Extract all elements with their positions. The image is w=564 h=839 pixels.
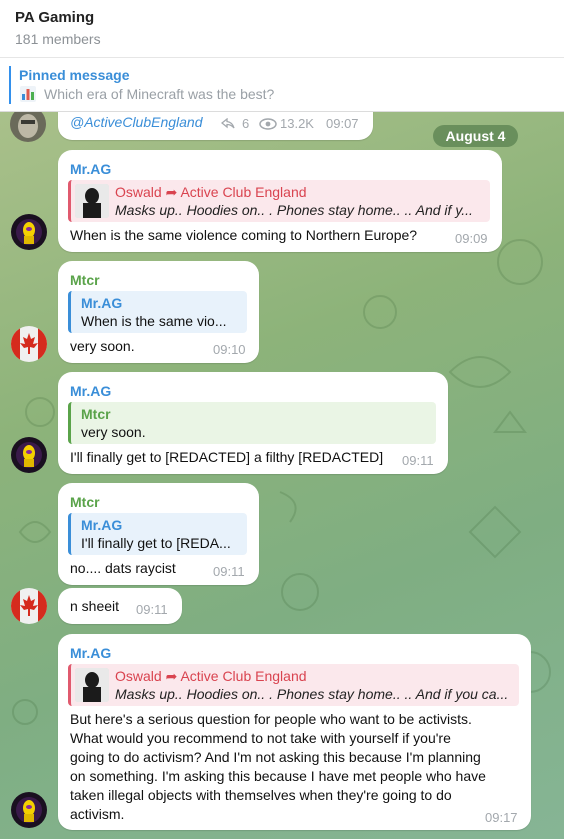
view-count: 13.2K [280,116,314,131]
chat-title: PA Gaming [15,9,95,26]
forward-channel[interactable]: Active Club England [180,668,306,684]
forwarded-quote[interactable]: Oswald ➦ Active Club England Masks up.. … [68,664,519,706]
message-text-line: on something. I'm asking this because I … [70,768,486,784]
message-time: 09:10 [213,342,246,357]
chat-header[interactable]: PA Gaming 181 members [0,0,564,58]
message-time: 09:17 [485,810,518,825]
message-text-line: What would you recommend to not take wit… [70,730,451,746]
forward-author[interactable]: Oswald [115,668,162,684]
forward-text: Masks up.. Hoodies on.. . Phones stay ho… [115,202,473,218]
message-bubble[interactable]: Mr.AG Oswald ➦ Active Club England Masks… [58,150,502,252]
forward-author[interactable]: Oswald [115,184,162,200]
pinned-label: Pinned message [19,67,130,83]
sender-name[interactable]: Mtcr [70,493,100,511]
message-text-line: But here's a serious question for people… [70,711,472,727]
message-text-line: activism. [70,806,125,822]
message-bubble[interactable]: Mr.AG Oswald ➦ Active Club England Masks… [58,634,531,830]
mention-link[interactable]: @ActiveClubEngland [70,114,203,130]
avatar-mtcr[interactable] [11,588,47,624]
message-bubble[interactable]: Mtcr Mr.AG When is the same vio... very … [58,261,259,363]
message-bubble-top[interactable]: @ActiveClubEngland 6 13.2K 09:07 [58,112,373,140]
date-separator: August 4 [433,125,518,147]
reply-quote[interactable]: Mr.AG When is the same vio... [68,291,247,333]
sender-name[interactable]: Mtcr [70,271,100,289]
poll-chart-icon [20,86,36,102]
message-text: When is the same violence coming to Nort… [70,227,418,243]
message-bubble[interactable]: Mtcr Mr.AG I'll finally get to [REDA... … [58,483,259,585]
message-bubble[interactable]: Mr.AG Mtcr very soon. I'll finally get t… [58,372,448,474]
reply-quote[interactable]: Mr.AG I'll finally get to [REDA... [68,513,247,555]
member-count: 181 members [15,31,101,47]
views-eye-icon [259,118,277,130]
sender-name[interactable]: Mr.AG [70,644,111,662]
reply-text: When is the same vio... [81,313,227,329]
reply-text: very soon. [81,424,146,440]
pinned-message-bar[interactable]: Pinned message Which era of Minecraft wa… [0,58,564,112]
avatar-mr-ag[interactable] [11,214,47,250]
message-text-line: taken illegal objects with themselves wh… [70,787,452,803]
pinned-text: Which era of Minecraft was the best? [44,86,275,102]
message-time: 09:07 [326,116,359,131]
forward-thumbnail [75,184,109,218]
avatar-mr-ag[interactable] [11,437,47,473]
reply-author: Mtcr [81,406,111,422]
message-time: 09:11 [402,453,434,468]
message-bubble[interactable]: n sheeit 09:11 [58,588,182,624]
forwarded-quote[interactable]: Oswald ➦ Active Club England Masks up.. … [68,180,490,222]
forward-thumbnail [75,668,109,702]
forward-text: Masks up.. Hoodies on.. . Phones stay ho… [115,686,509,702]
share-count: 6 [242,116,250,131]
message-time: 09:09 [455,231,488,246]
reply-quote[interactable]: Mtcr very soon. [68,402,436,444]
sender-name[interactable]: Mr.AG [70,382,111,400]
sender-name[interactable]: Mr.AG [70,160,111,178]
reply-text: I'll finally get to [REDA... [81,535,231,551]
forward-arrow-icon: ➦ [165,668,178,684]
avatar-mr-ag[interactable] [11,792,47,828]
reply-author: Mr.AG [81,517,123,533]
message-time: 09:11 [136,602,168,617]
forward-arrow-icon: ➦ [165,184,178,200]
message-text: I'll finally get to [REDACTED] a filthy … [70,449,384,465]
message-time: 09:11 [213,564,245,579]
avatar-mtcr[interactable] [11,326,47,362]
message-text: n sheeit [70,598,120,614]
message-text: very soon. [70,338,135,354]
message-text-line: going to do activism? And I'm not asking… [70,749,481,765]
pinned-accent-bar [9,66,11,104]
chat-area[interactable]: @ActiveClubEngland 6 13.2K 09:07 August … [0,112,564,839]
forward-channel[interactable]: Active Club England [180,184,306,200]
share-icon [221,118,235,129]
message-text: no.... dats raycist [70,560,176,576]
reply-author: Mr.AG [81,295,123,311]
message-text-block: But here's a serious question for people… [70,710,520,824]
